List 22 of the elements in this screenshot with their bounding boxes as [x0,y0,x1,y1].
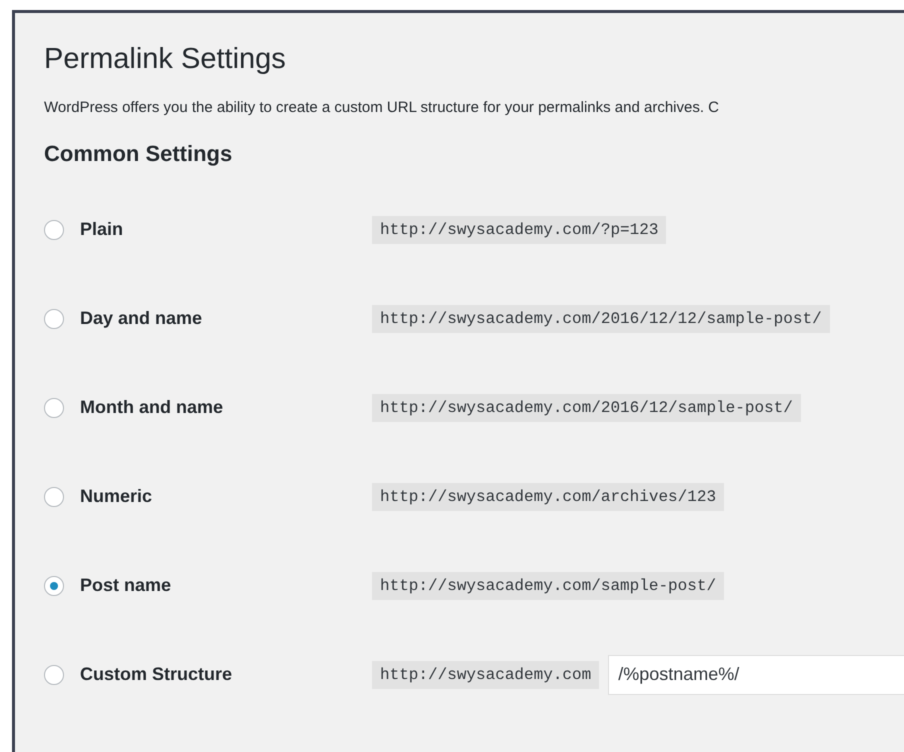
radio-button[interactable] [44,486,64,506]
url-example: http://swysacademy.com/2016/12/sample-post/ [372,394,801,422]
option-label[interactable]: Post name [80,575,172,596]
radio-button[interactable] [44,220,64,240]
option-label[interactable]: Month and name [80,397,223,418]
url-example: http://swysacademy.com/2016/12/12/sample-post/ [372,304,830,332]
section-title: Common Settings [44,140,234,168]
url-example: http://swysacademy.com/archives/123 [372,482,724,510]
structure-field[interactable]: /%postname%/ [608,654,904,694]
radio-button[interactable] [44,398,64,418]
url-example: http://swysacademy.com/sample-post/ [372,572,724,600]
url-example: http://swysacademy.com/?p=123 [372,216,666,244]
url-example: http://swysacademy.com [372,660,600,688]
radio-button[interactable] [44,664,64,684]
option-label[interactable]: Plain [80,219,124,240]
option-label[interactable]: Numeric [80,486,152,507]
radio-button[interactable] [44,576,64,596]
description-text: WordPress offers you the ability to create a custom URL structure for your permalinks and archives. C [44,98,720,118]
radio-button[interactable] [44,308,64,328]
page-title: Permalink Settings [44,42,287,77]
option-label[interactable]: Day and name [80,308,202,329]
option-label[interactable]: Custom Structure [80,664,232,685]
